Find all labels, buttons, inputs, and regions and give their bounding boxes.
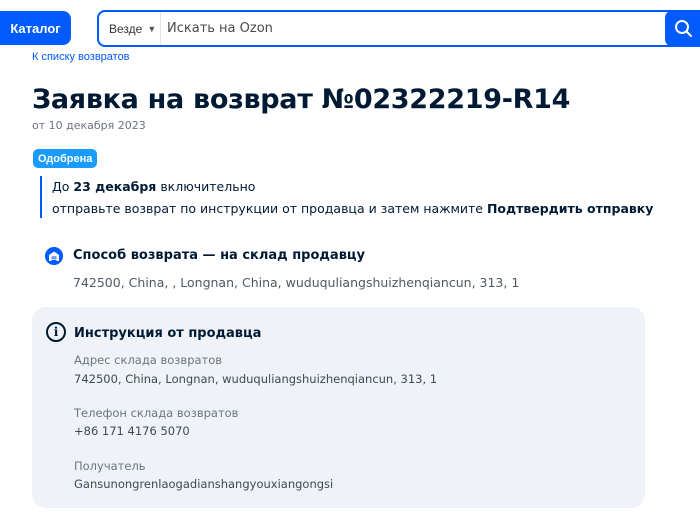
notice-line-deadline: До 23 декабря включительно bbox=[52, 179, 255, 194]
catalog-button[interactable]: Каталог bbox=[0, 11, 71, 45]
chevron-down-icon: ▼ bbox=[147, 23, 157, 34]
notice-instruction-text: отправьте возврат по инструкции от прода… bbox=[52, 201, 487, 216]
warehouse-phone-label: Телефон склада возвратов bbox=[74, 406, 239, 420]
return-method-title: Способ возврата — на склад продавцу bbox=[73, 248, 366, 263]
recipient-value: Gansunongrenlaogadianshangyouxiangongsi bbox=[74, 477, 334, 491]
seller-instructions-card: i Инструкция от продавца Адрес склада во… bbox=[32, 307, 645, 508]
recipient-label: Получатель bbox=[74, 459, 146, 473]
confirm-shipment-link[interactable]: Подтвердить отправку bbox=[487, 201, 653, 216]
notice-deadline: 23 декабря bbox=[73, 179, 157, 194]
warehouse-icon bbox=[45, 247, 63, 265]
search-icon bbox=[675, 20, 692, 37]
seller-instructions-title: Инструкция от продавца bbox=[74, 326, 262, 341]
search-bar: Везде ▼ bbox=[97, 10, 700, 47]
info-icon: i bbox=[46, 322, 66, 342]
page-title: Заявка на возврат №02322219-R14 bbox=[32, 84, 571, 115]
deadline-notice: До 23 декабря включительно отправьте воз… bbox=[40, 176, 653, 218]
warehouse-address-label: Адрес склада возвратов bbox=[74, 353, 223, 367]
return-method-address: 742500, China, , Longnan, China, wuduqul… bbox=[73, 275, 520, 290]
search-scope-label: Везде bbox=[109, 21, 143, 36]
warehouse-phone-value: +86 171 4176 5070 bbox=[74, 424, 190, 438]
notice-suffix: включительно bbox=[156, 179, 256, 194]
back-to-returns-link[interactable]: К списку возвратов bbox=[32, 51, 130, 63]
search-scope-select[interactable]: Везде ▼ bbox=[99, 12, 161, 45]
status-badge: Одобрена bbox=[33, 149, 98, 168]
notice-line-instruction: отправьте возврат по инструкции от прода… bbox=[52, 201, 653, 216]
top-bar: Каталог Везде ▼ bbox=[0, 0, 700, 58]
warehouse-address-value: 742500, China, Longnan, wuduquliangshuiz… bbox=[74, 372, 438, 386]
search-input[interactable] bbox=[165, 12, 655, 45]
request-date: от 10 декабря 2023 bbox=[32, 119, 146, 132]
search-button[interactable] bbox=[665, 10, 700, 47]
notice-prefix: До bbox=[52, 179, 74, 194]
